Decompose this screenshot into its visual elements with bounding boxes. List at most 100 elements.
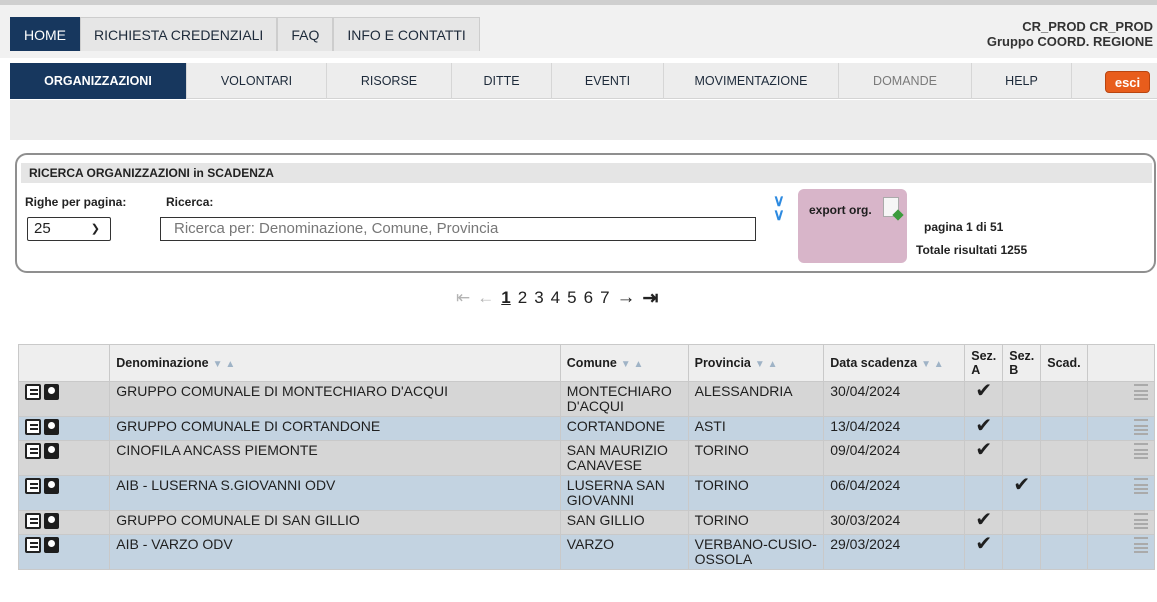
pagination: ⇤ ← 1 2 3 4 5 6 7 → ⇥	[456, 286, 665, 310]
next-page-icon[interactable]: →	[617, 287, 636, 309]
provincia-cell: ALESSANDRIA	[687, 381, 825, 417]
page-link[interactable]: 5	[567, 288, 576, 308]
sort-icon[interactable]: ▼ ▲	[213, 359, 236, 370]
page-link[interactable]: 3	[534, 288, 543, 308]
tab-richiesta-credenziali[interactable]: RICHIESTA CREDENZIALI	[80, 17, 278, 51]
prev-page-icon[interactable]: ←	[477, 288, 494, 308]
first-page-icon[interactable]: ⇤	[456, 288, 470, 308]
tab-info-contatti[interactable]: INFO E CONTATTI	[333, 17, 480, 51]
sez-a-check-icon: ✔	[964, 381, 1004, 417]
nav-ditte[interactable]: DITTE	[452, 63, 552, 99]
detail-icon[interactable]	[1134, 419, 1148, 435]
provincia-cell: TORINO	[687, 475, 825, 511]
search-input[interactable]: Ricerca per: Denominazione, Comune, Prov…	[160, 217, 756, 241]
detail-icon[interactable]	[1134, 384, 1148, 400]
page-link[interactable]: 2	[518, 288, 527, 308]
edit-icon[interactable]	[25, 443, 41, 460]
edit-icon[interactable]	[25, 384, 41, 401]
detail-cell	[1086, 475, 1156, 511]
table-row[interactable]: CINOFILA ANCASS PIEMONTE SAN MAURIZIO CA…	[17, 440, 1156, 476]
detail-icon[interactable]	[1134, 443, 1148, 459]
scad-cell	[1040, 534, 1088, 570]
sez-a-check-icon: ✔	[964, 416, 1004, 441]
denominazione-cell: AIB - LUSERNA S.GIOVANNI ODV	[109, 475, 561, 511]
page-info: pagina 1 di 51	[924, 220, 1004, 234]
row-actions	[17, 475, 111, 511]
sez-b-check-icon	[1002, 381, 1042, 417]
main-nav: ORGANIZZAZIONI VOLONTARI RISORSE DITTE E…	[10, 63, 1157, 99]
page-link[interactable]: 6	[584, 288, 593, 308]
search-panel: RICERCA ORGANIZZAZIONI in SCADENZA Righe…	[15, 153, 1156, 273]
page-link[interactable]: 4	[551, 288, 560, 308]
table-row[interactable]: GRUPPO COMUNALE DI CORTANDONE CORTANDONE…	[17, 416, 1156, 441]
tab-home[interactable]: HOME	[10, 17, 80, 51]
export-label: export org.	[809, 203, 872, 217]
comune-cell: MONTECHIARO D'ACQUI	[559, 381, 689, 417]
denominazione-cell: GRUPPO COMUNALE DI MONTECHIARO D'ACQUI	[109, 381, 561, 417]
denominazione-cell: GRUPPO COMUNALE DI SAN GILLIO	[109, 510, 561, 535]
export-button[interactable]: export org.	[798, 189, 907, 263]
volunteers-icon[interactable]	[44, 384, 59, 401]
sort-icon[interactable]: ▼ ▲	[621, 359, 644, 370]
denominazione-header[interactable]: Denominazione ▼ ▲	[109, 344, 561, 382]
sort-icon[interactable]: ▼ ▲	[755, 359, 778, 370]
volunteers-icon[interactable]	[44, 419, 59, 436]
table-row[interactable]: AIB - LUSERNA S.GIOVANNI ODV LUSERNA SAN…	[17, 475, 1156, 511]
comune-cell: CORTANDONE	[559, 416, 689, 441]
volunteers-icon[interactable]	[44, 537, 59, 554]
data-scadenza-cell: 09/04/2024	[823, 440, 966, 476]
user-info: CR_PROD CR_PROD Gruppo COORD. REGIONE	[987, 19, 1153, 49]
comune-cell: VARZO	[559, 534, 689, 570]
nav-domande[interactable]: DOMANDE	[839, 63, 972, 99]
nav-movimentazione[interactable]: MOVIMENTAZIONE	[664, 63, 839, 99]
edit-icon[interactable]	[25, 419, 41, 436]
provincia-cell: ASTI	[687, 416, 825, 441]
user-group: Gruppo COORD. REGIONE	[986, 34, 1153, 49]
edit-icon[interactable]	[25, 537, 41, 554]
edit-icon[interactable]	[25, 478, 41, 495]
search-label: Ricerca:	[166, 195, 214, 209]
top-tabs: HOME RICHIESTA CREDENZIALI FAQ INFO E CO…	[10, 17, 480, 51]
comune-header-label: Comune	[566, 356, 617, 370]
sez-b-check-icon	[1002, 440, 1042, 476]
detail-icon[interactable]	[1134, 513, 1148, 529]
nav-help[interactable]: HELP	[972, 63, 1072, 99]
scad-cell	[1040, 416, 1088, 441]
sort-icon[interactable]: ▼ ▲	[921, 359, 944, 370]
logout-button[interactable]: esci	[1105, 71, 1150, 93]
search-panel-title: RICERCA ORGANIZZAZIONI in SCADENZA	[21, 163, 1152, 183]
nav-volontari[interactable]: VOLONTARI	[187, 63, 327, 99]
nav-organizzazioni[interactable]: ORGANIZZAZIONI	[10, 63, 187, 99]
detail-cell	[1086, 440, 1156, 476]
table-row[interactable]: AIB - VARZO ODV VARZO VERBANO-CUSIO-OSSO…	[17, 534, 1156, 570]
scad-cell	[1040, 440, 1088, 476]
volunteers-icon[interactable]	[44, 513, 59, 530]
nav-risorse[interactable]: RISORSE	[327, 63, 452, 99]
detail-cell	[1086, 534, 1156, 570]
volunteers-icon[interactable]	[44, 478, 59, 495]
volunteers-icon[interactable]	[44, 443, 59, 460]
sez-a-header: Sez. A	[964, 344, 1004, 382]
page-link[interactable]: 1	[501, 288, 510, 308]
data-scadenza-header[interactable]: Data scadenza ▼ ▲	[823, 344, 966, 382]
provincia-header[interactable]: Provincia ▼ ▲	[687, 344, 825, 382]
sez-a-check-icon: ✔	[964, 440, 1004, 476]
detail-icon[interactable]	[1134, 537, 1148, 553]
detail-cell	[1086, 416, 1156, 441]
detail-icon[interactable]	[1134, 478, 1148, 494]
edit-icon[interactable]	[25, 513, 41, 530]
table-row[interactable]: GRUPPO COMUNALE DI SAN GILLIO SAN GILLIO…	[17, 510, 1156, 535]
page-link[interactable]: 7	[600, 288, 609, 308]
rows-per-page-select[interactable]: 25 ❯	[27, 217, 111, 241]
toolbar-strip	[10, 100, 1157, 140]
expand-filters-icon[interactable]: ∨ ∨	[773, 194, 785, 224]
detail-cell	[1086, 510, 1156, 535]
sez-a-check-icon: ✔	[964, 534, 1004, 570]
table-row[interactable]: GRUPPO COMUNALE DI MONTECHIARO D'ACQUI M…	[17, 381, 1156, 417]
comune-header[interactable]: Comune ▼ ▲	[559, 344, 689, 382]
last-page-icon[interactable]: ⇥	[643, 287, 659, 310]
sez-a-check-icon: ✔	[964, 510, 1004, 535]
nav-eventi[interactable]: EVENTI	[552, 63, 664, 99]
detail-cell	[1086, 381, 1156, 417]
tab-faq[interactable]: FAQ	[277, 17, 334, 51]
